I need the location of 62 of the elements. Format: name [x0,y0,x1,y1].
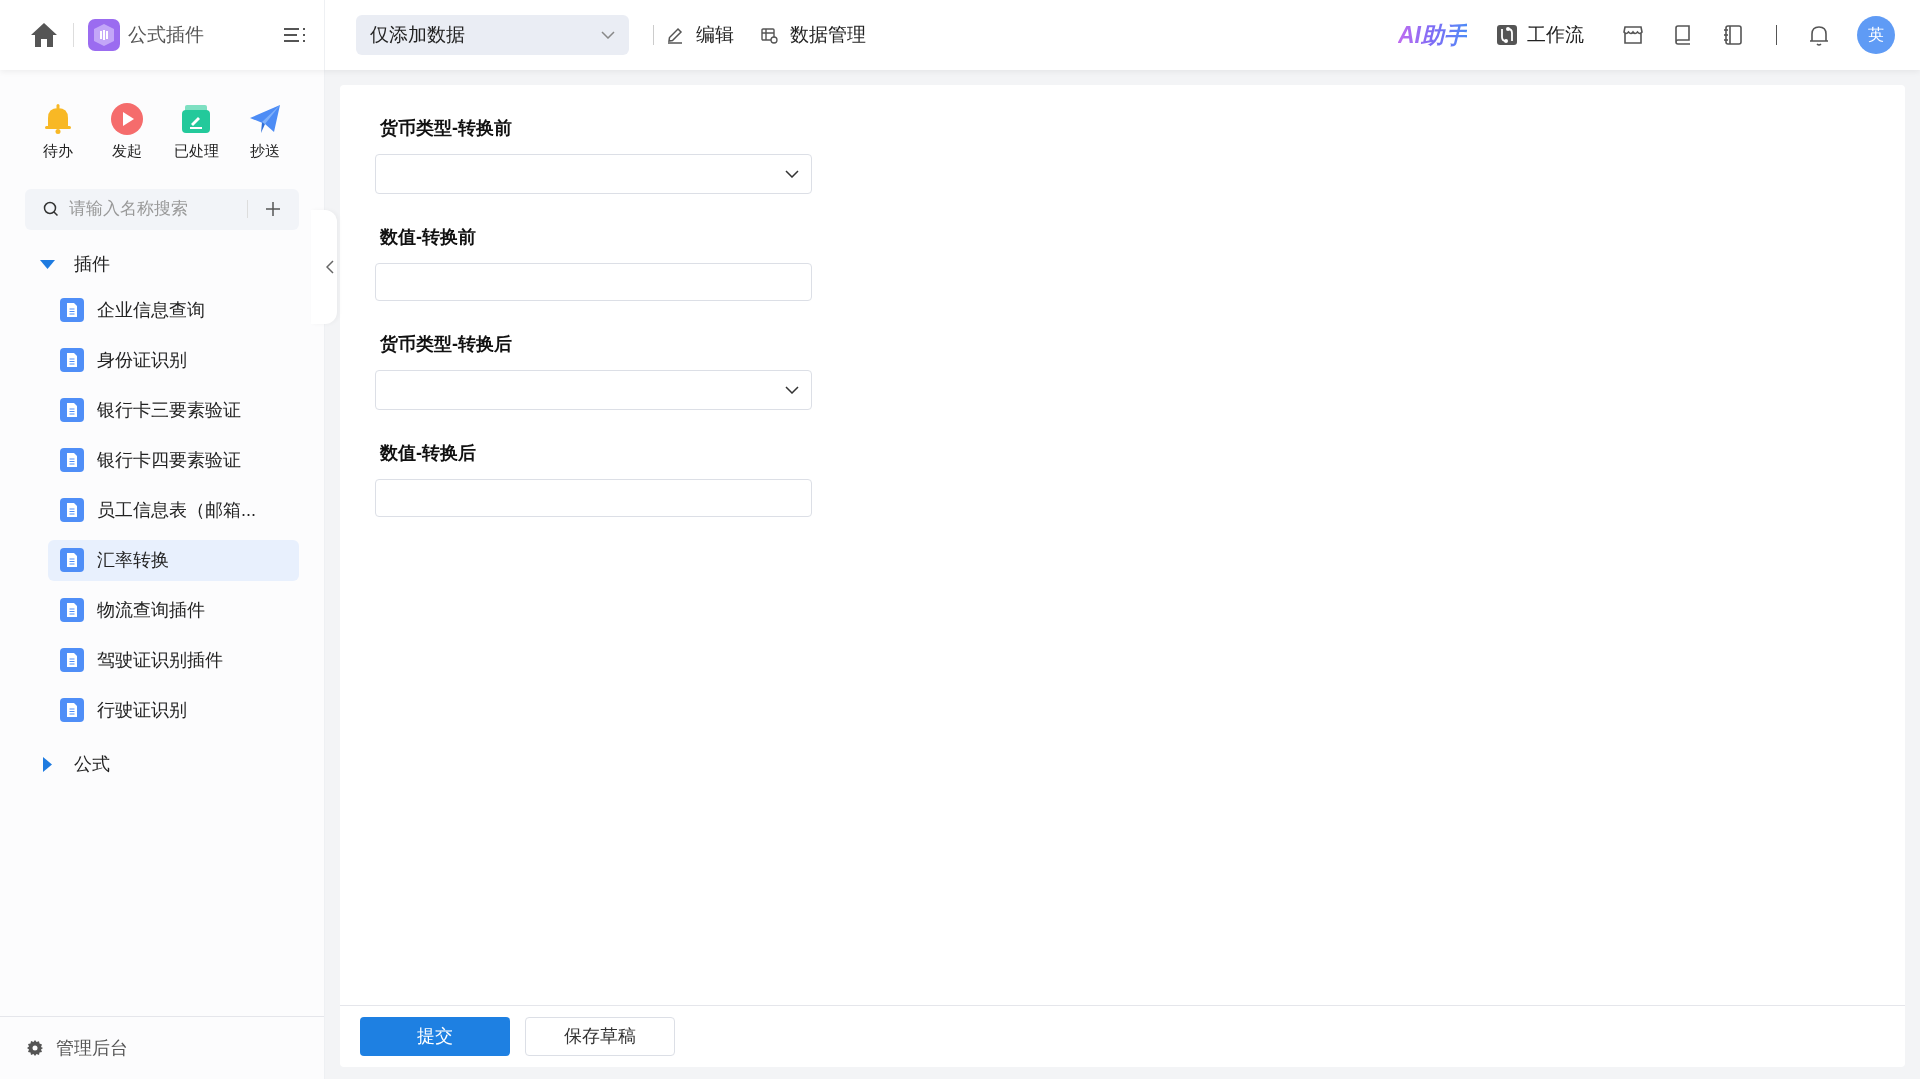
field-label: 数值-转换前 [379,226,477,249]
notebook-icon[interactable] [1722,24,1744,46]
pencil-icon [666,26,684,44]
input-field[interactable] [375,263,812,301]
input-field[interactable] [375,479,812,517]
select-field[interactable] [375,154,812,194]
tree-group[interactable]: 公式 [0,739,294,790]
document-icon [60,448,84,472]
field-label: 货币类型-转换后 [379,333,513,356]
tree-item[interactable]: 驾驶证识别插件 [48,639,299,681]
submit-button[interactable]: 提交 [360,1017,510,1056]
workflow-button[interactable]: 工作流 [1497,20,1584,50]
document-icon [60,648,84,672]
search-field[interactable]: 请输入名称搜索 [25,188,299,230]
app-title: 公式插件 [128,22,204,47]
admin-link[interactable]: 管理后台 [56,1034,128,1062]
document-icon [60,398,84,422]
tree-item[interactable]: 物流查询插件 [48,589,299,631]
document-icon [60,498,84,522]
home-icon[interactable] [29,21,59,49]
table-icon [760,26,778,44]
tree-group[interactable]: 插件 [0,239,294,290]
store-icon[interactable] [1622,24,1644,46]
expanded-caret-icon [40,259,55,270]
chevron-left-icon [326,260,334,274]
chevron-down-icon [785,170,799,178]
quick-action[interactable]: 抄送 [240,102,290,163]
tree-item[interactable]: 企业信息查询 [48,289,299,331]
app-logo-icon [88,19,120,51]
search-icon [43,201,59,217]
tree-item[interactable]: 汇率转换 [48,539,299,581]
tray-icon [179,102,213,136]
field-label: 货币类型-转换前 [379,117,513,140]
chevron-down-icon [601,31,615,39]
tree-item[interactable]: 银行卡四要素验证 [48,439,299,481]
tree-item[interactable]: 身份证识别 [48,339,299,381]
quick-action[interactable]: 待办 [33,102,83,163]
chevron-down-icon [785,386,799,394]
quick-action[interactable]: 已处理 [171,102,221,163]
document-icon [60,598,84,622]
play-icon [110,102,144,136]
mode-dropdown[interactable]: 仅添加数据 [356,15,629,55]
notification-bell-icon[interactable] [1807,23,1831,47]
search-input[interactable]: 请输入名称搜索 [69,196,229,222]
data-management-button[interactable]: 数据管理 [760,20,866,50]
collapsed-caret-icon [43,757,53,772]
menu-icon[interactable] [282,25,306,45]
document-icon [60,698,84,722]
tree-item[interactable]: 员工信息表（邮箱... [48,489,299,531]
settings-icon[interactable] [27,1040,43,1056]
document-icon [60,298,84,322]
select-field[interactable] [375,370,812,410]
field-label: 数值-转换后 [379,442,477,465]
quick-action[interactable]: 发起 [102,102,152,163]
tree-item[interactable]: 银行卡三要素验证 [48,389,299,431]
save-draft-button[interactable]: 保存草稿 [525,1017,675,1056]
workflow-icon [1497,25,1517,45]
edit-button[interactable]: 编辑 [666,20,734,50]
tree-item[interactable]: 行驶证识别 [48,689,299,731]
document-icon [60,548,84,572]
document-icon [60,348,84,372]
add-icon[interactable] [265,201,281,217]
